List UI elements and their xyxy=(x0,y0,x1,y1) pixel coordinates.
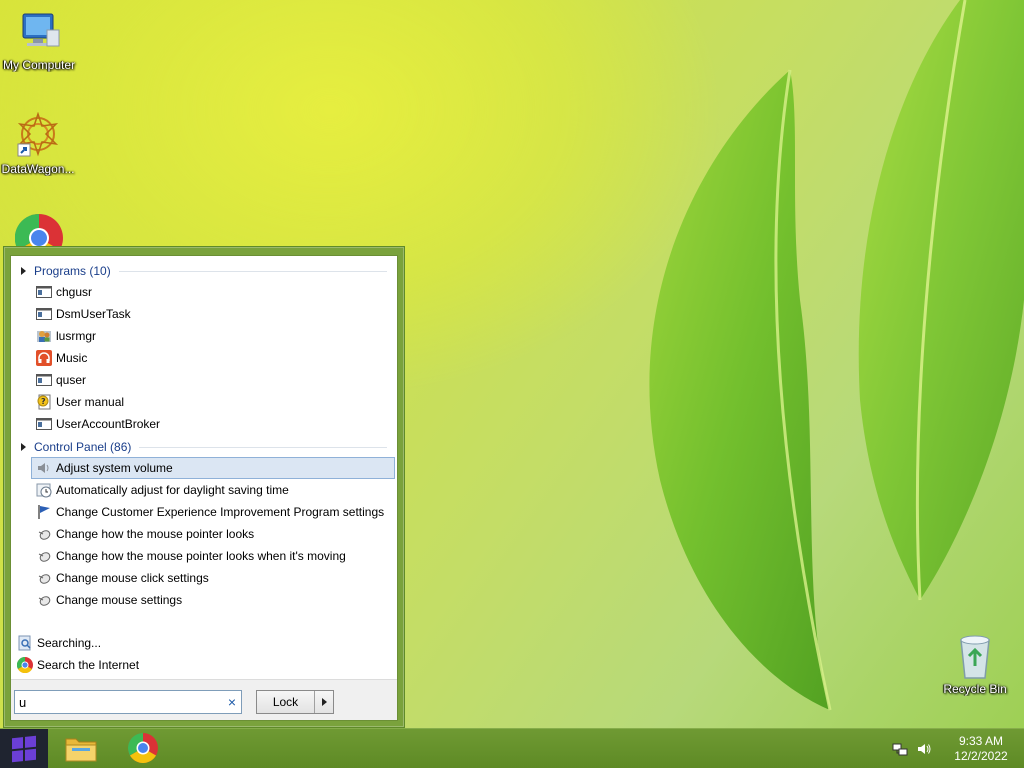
windows-logo-icon xyxy=(12,735,36,763)
start-menu: Programs (10) chgusr DsmUserTask lusrmgr xyxy=(3,246,405,728)
search-the-internet-link[interactable]: Search the Internet xyxy=(16,654,140,676)
mouse-icon xyxy=(36,592,52,608)
control-panel-result-daylight-saving[interactable]: Automatically adjust for daylight saving… xyxy=(31,479,395,501)
result-label: Change mouse settings xyxy=(56,593,183,607)
program-result-useraccountbroker[interactable]: UserAccountBroker xyxy=(31,413,395,435)
clock-time: 9:33 AM xyxy=(958,734,1004,748)
computer-icon xyxy=(15,8,63,56)
volume-icon[interactable] xyxy=(916,741,932,757)
chrome-icon xyxy=(16,656,33,674)
result-label: Change mouse click settings xyxy=(56,571,209,585)
program-result-quser[interactable]: quser xyxy=(31,369,395,391)
chevron-right-icon xyxy=(321,698,327,706)
file-explorer-icon xyxy=(64,733,98,766)
mouse-icon xyxy=(36,548,52,564)
help-document-icon: ? xyxy=(36,394,52,410)
headphones-icon xyxy=(36,350,52,366)
taskbar-chrome[interactable] xyxy=(116,732,170,766)
lock-button[interactable]: Lock xyxy=(257,691,315,713)
program-result-lusrmgr[interactable]: lusrmgr xyxy=(31,325,395,347)
expand-arrow-icon xyxy=(21,267,26,275)
desktop-icon-label: My Computer xyxy=(2,58,76,72)
control-panel-result-adjust-volume[interactable]: Adjust system volume xyxy=(31,457,395,479)
control-panel-result-mouse-click[interactable]: Change mouse click settings xyxy=(31,567,395,589)
start-button[interactable] xyxy=(0,729,48,768)
console-app-icon xyxy=(36,284,52,300)
datawagon-shortcut-icon xyxy=(14,111,62,160)
recycle-bin-icon xyxy=(955,632,995,680)
control-panel-group-header[interactable]: Control Panel (86) xyxy=(11,438,395,456)
searching-status[interactable]: Searching... xyxy=(17,632,101,654)
expand-arrow-icon xyxy=(21,443,26,451)
power-button-group: Lock xyxy=(256,690,334,714)
search-internet-label: Search the Internet xyxy=(37,658,140,672)
search-documents-icon xyxy=(17,635,33,651)
speaker-icon xyxy=(36,460,52,476)
power-options-arrow[interactable] xyxy=(315,691,333,713)
search-results-panel: Programs (10) chgusr DsmUserTask lusrmgr xyxy=(10,255,398,721)
group-title: Programs (10) xyxy=(34,264,111,278)
svg-text:?: ? xyxy=(41,397,46,406)
mouse-icon xyxy=(36,570,52,586)
clear-search-icon[interactable]: × xyxy=(223,694,241,710)
result-label: UserAccountBroker xyxy=(56,417,161,431)
console-app-icon xyxy=(36,306,52,322)
console-app-icon xyxy=(36,416,52,432)
users-manager-icon xyxy=(36,328,52,344)
mouse-icon xyxy=(36,526,52,542)
taskbar: 9:33 AM 12/2/2022 xyxy=(0,728,1024,768)
chrome-icon xyxy=(127,732,158,766)
system-tray: 9:33 AM 12/2/2022 xyxy=(888,729,1024,768)
result-label: Automatically adjust for daylight saving… xyxy=(56,483,289,497)
search-input[interactable] xyxy=(15,692,223,712)
result-label: Music xyxy=(56,351,88,365)
desktop-icon-recycle-bin[interactable]: Recycle Bin xyxy=(935,632,1015,696)
result-label: User manual xyxy=(56,395,125,409)
network-icon[interactable] xyxy=(892,741,908,757)
console-app-icon xyxy=(36,372,52,388)
desktop-icon-label: Recycle Bin xyxy=(943,682,1007,696)
result-label: DsmUserTask xyxy=(56,307,131,321)
programs-group-header[interactable]: Programs (10) xyxy=(11,262,395,280)
taskbar-file-explorer[interactable] xyxy=(54,732,108,766)
result-label: Change how the mouse pointer looks when … xyxy=(56,549,346,563)
control-panel-result-ceip[interactable]: Change Customer Experience Improvement P… xyxy=(31,501,395,523)
clock-date: 12/2/2022 xyxy=(954,749,1008,763)
control-panel-result-mouse-settings[interactable]: Change mouse settings xyxy=(31,589,395,611)
desktop-icon-datawagon[interactable]: DataWagon... xyxy=(0,111,78,176)
group-divider xyxy=(139,446,387,448)
result-label: lusrmgr xyxy=(56,329,97,343)
clock-icon xyxy=(36,482,52,498)
taskbar-clock[interactable]: 9:33 AM 12/2/2022 xyxy=(942,734,1020,764)
control-panel-result-mouse-pointer-moving[interactable]: Change how the mouse pointer looks when … xyxy=(31,545,395,567)
result-label: Change Customer Experience Improvement P… xyxy=(56,505,385,519)
program-result-dsmusertask[interactable]: DsmUserTask xyxy=(31,303,395,325)
result-label: Adjust system volume xyxy=(56,461,173,475)
program-result-chgusr[interactable]: chgusr xyxy=(31,281,395,303)
result-label: quser xyxy=(56,373,87,387)
group-title: Control Panel (86) xyxy=(34,440,132,454)
group-divider xyxy=(118,270,387,272)
control-panel-result-mouse-pointer-looks[interactable]: Change how the mouse pointer looks xyxy=(31,523,395,545)
search-box[interactable]: × xyxy=(14,690,242,714)
program-result-music[interactable]: Music xyxy=(31,347,395,369)
result-label: Change how the mouse pointer looks xyxy=(56,527,255,541)
program-result-user-manual[interactable]: ? User manual xyxy=(31,391,395,413)
searching-label: Searching... xyxy=(37,636,102,650)
desktop-icon-my-computer[interactable]: My Computer xyxy=(0,8,79,72)
result-label: chgusr xyxy=(56,285,93,299)
desktop-icon-label: DataWagon... xyxy=(1,162,75,176)
search-bar-area: × Lock xyxy=(11,679,397,720)
flag-icon xyxy=(36,504,52,520)
